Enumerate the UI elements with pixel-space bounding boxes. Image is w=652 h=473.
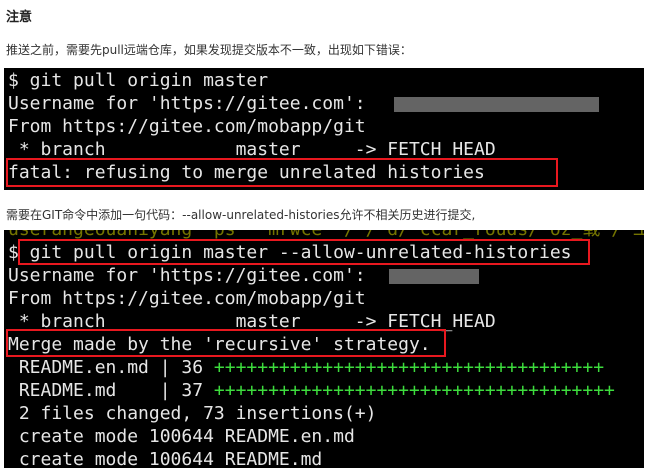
terminal-line: Username for 'https://gitee.com': [8, 265, 377, 286]
terminal-block-error: $ git pull origin master Username for 'h… [4, 68, 644, 190]
terminal-line: create mode 100644 README.en.md [8, 426, 355, 447]
fix-paragraph: 需要在GIT命令中添加一句代码：--allow-unrelated-histor… [6, 208, 476, 222]
note-heading: 注意 [6, 10, 33, 25]
command-highlight-box [18, 239, 590, 265]
error-highlight-box [6, 158, 558, 187]
terminal-line: Username for 'https://gitee.com': [8, 93, 377, 114]
terminal-line: 2 files changed, 73 insertions(+) [8, 403, 377, 424]
terminal-block-fix: userangeouaniyang ps mrwce / / d/ ccar_r… [4, 230, 644, 468]
terminal-line: From https://gitee.com/mobapp/git [8, 116, 366, 137]
diff-plus-bar: ++++++++++++++++++++++++++++++++++++ [213, 357, 605, 378]
diff-plus-bar: +++++++++++++++++++++++++++++++++++++ [213, 380, 615, 401]
terminal-line: $ git pull origin master [8, 70, 269, 91]
redacted-username [394, 97, 599, 112]
terminal-line: create mode 100644 README.md [8, 449, 323, 468]
terminal-line: README.en.md | 36 ++++++++++++++++++++++… [8, 357, 605, 378]
terminal-line: From https://gitee.com/mobapp/git [8, 288, 366, 309]
redacted-username [389, 269, 479, 284]
intro-paragraph: 推送之前，需要先pull远端仓库，如果发现提交版本不一致，出现如下错误： [6, 43, 412, 57]
merge-highlight-box [6, 329, 446, 357]
terminal-line: README.md | 37 +++++++++++++++++++++++++… [8, 380, 615, 401]
